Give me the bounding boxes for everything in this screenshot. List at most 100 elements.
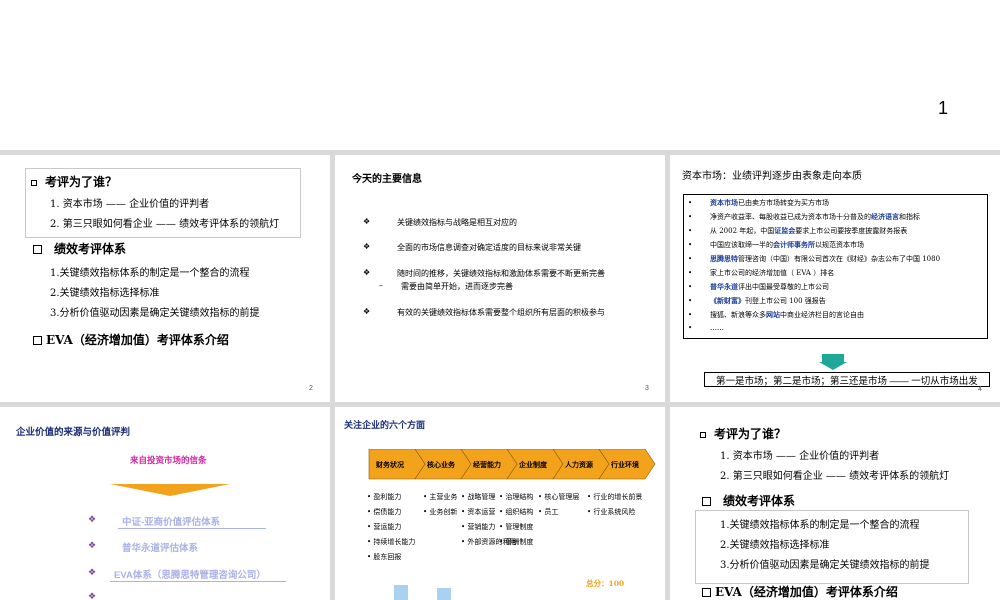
bullet-square-icon — [700, 431, 706, 438]
process-step-label: 经营能力 — [473, 460, 501, 469]
criteria-item: • 股东回报 — [367, 553, 402, 561]
list-item: 1. 资本市场 —— 企业价值的评判者 — [720, 451, 880, 462]
criteria-item: • 管理制度 — [499, 523, 534, 531]
criteria-item: • 行业系统风险 — [587, 508, 636, 516]
list-item: • 家上市公司的经济增加值（ EVA ）排名 — [688, 269, 835, 277]
bullet-square-icon — [33, 336, 42, 345]
bullet-dot-icon: • — [688, 255, 693, 263]
dash-icon: – — [379, 281, 383, 290]
underline — [118, 528, 266, 529]
list-item: • 净资产收益率、每股收益已成为资本市场十分普及的经济语言和指标 — [688, 212, 920, 221]
bullet-square-icon — [31, 179, 37, 186]
list-item: 2. 第三只眼如何看企业 —— 绩效考评体系的领航灯 — [720, 471, 950, 482]
bullet-text: 有效的关键绩效指标体系需要整个组织所有层面的积极参与 — [397, 308, 605, 317]
list-item: • 从 2002 年起，中国证监会要求上市公司要按季度披露财务报表 — [688, 226, 908, 235]
criteria-item: • 组织结构 — [499, 508, 534, 516]
criteria-item: • 治理结构 — [499, 493, 534, 501]
criteria-item: • 营销能力 — [461, 523, 496, 531]
diamond-icon: ❖ — [88, 515, 97, 525]
bullet-square-icon — [33, 245, 42, 254]
bullet-square-icon — [702, 497, 711, 506]
underline — [110, 581, 286, 582]
slide-title: 资本市场：业绩评判逐步由表象走向本质 — [682, 171, 862, 182]
slide-title: 今天的主要信息 — [352, 174, 422, 185]
process-step-label: 核心业务 — [427, 460, 456, 469]
subtitle: 来自投资市场的信条 — [130, 456, 207, 466]
criteria-item: • 营运能力 — [367, 523, 402, 531]
slide-1[interactable]: 1 — [0, 0, 1000, 150]
diamond-icon: ❖ — [363, 307, 371, 316]
diamond-icon: ❖ — [88, 568, 97, 578]
heading-who: 考评为了谁？ — [700, 425, 786, 442]
heading-who: 考评为了谁？ — [31, 173, 117, 190]
bullet-dot-icon: • — [688, 324, 693, 332]
heading-eva: EVA（经济增加值）考评体系介绍 — [33, 331, 229, 348]
criteria-item: • 薪酬制度 — [499, 538, 534, 546]
bullet-text: 随时间的推移，关键绩效指标和激励体系需要不断更新完善 — [397, 269, 605, 278]
bullet-text: 需要由简单开始，进而逐步完善 — [401, 282, 513, 291]
score-bar — [394, 585, 408, 600]
list-item: EVA体系（思腾思特管理咨询公司） — [114, 570, 266, 581]
bullet-dot-icon: • — [688, 213, 693, 221]
bullet-dot-icon: • — [688, 269, 693, 277]
slide-3[interactable]: 今天的主要信息 ❖ 关键绩效指标与战略是相互对应的 ❖ 全面的市场信息调查对确定… — [335, 155, 665, 402]
process-step-label: 行业环境 — [610, 460, 639, 469]
criteria-item: • 盈利能力 — [367, 493, 402, 501]
criteria-item: • 资本运营 — [461, 508, 496, 516]
bullet-dot-icon: • — [688, 199, 693, 207]
list-item: 1.关键绩效指标体系的制定是一个整合的流程 — [720, 520, 920, 531]
bullet-text: 全面的市场信息调查对确定适度的目标来说非常关键 — [397, 243, 581, 252]
page-number: 2 — [309, 385, 313, 392]
process-step-label: 人力资源 — [565, 460, 593, 469]
down-arrow-icon — [822, 354, 844, 362]
criteria-item: • 行业的增长前景 — [587, 493, 643, 501]
diamond-icon: ❖ — [363, 217, 371, 226]
page-number: 1 — [938, 98, 949, 118]
process-step-label: 企业制度 — [518, 460, 548, 469]
list-item: • 中国应该取缔一半的会计师事务所以规范资本市场 — [688, 240, 864, 249]
list-item: • 资本市场已由卖方市场转变为买方市场 — [688, 198, 829, 207]
process-step-label: 财务状况 — [375, 460, 404, 469]
slide-title: 企业价值的来源与价值评判 — [16, 427, 131, 438]
page-number: 3 — [645, 385, 649, 392]
list-item: • 搜狐、新浪等众多网站中商业经济栏目的言论自由 — [688, 310, 864, 319]
list-item: 1.关键绩效指标体系的制定是一个整合的流程 — [50, 268, 250, 279]
list-item: 3.分析价值驱动因素是确定关键绩效指标的前提 — [50, 308, 260, 319]
list-item: • 《新财富》刊登上市公司 100 强报告 — [688, 296, 826, 305]
diamond-icon: ❖ — [88, 541, 97, 551]
slide-title: 关注企业的六个方面 — [344, 421, 426, 431]
score-bar — [437, 588, 451, 600]
criteria-item: • 员工 — [538, 508, 559, 516]
list-item: •…… — [688, 324, 724, 332]
list-item: 2.关键绩效指标选择标准 — [720, 540, 830, 551]
criteria-item: • 业务创新 — [423, 508, 458, 516]
diamond-icon: ❖ — [88, 592, 97, 600]
diamond-icon: ❖ — [363, 268, 371, 277]
list-item: 2.关键绩效指标选择标准 — [50, 288, 160, 299]
criteria-item: • 持续增长能力 — [367, 538, 416, 546]
list-item: 普华永道评估体系 — [122, 543, 199, 554]
total-score: 总分：100 — [586, 579, 625, 588]
bullet-dot-icon: • — [688, 283, 693, 291]
slide-6[interactable]: 关注企业的六个方面 财务状况 核心业务 经营能力 企业制度 人力资源 行业环境 • 盈利能… — [335, 407, 665, 600]
down-arrow-icon-head — [819, 362, 847, 370]
criteria-item: • 主营业务 — [423, 493, 458, 501]
slide-4[interactable]: 资本市场：业绩评判逐步由表象走向本质 • 资本市场已由卖方市场转变为买方市场 • 净资… — [670, 155, 1000, 402]
heading-system: 绩效考评体系 — [33, 240, 126, 257]
slide-5[interactable]: 企业价值的来源与价值评判 来自投资市场的信条 ❖ 中证-亚商价值评估体系 ❖ 普… — [0, 407, 330, 600]
page-number: 4 — [978, 386, 982, 393]
list-item: • 思腾思特管理咨询（中国）有限公司首次在《财经》杂志公布了中国 1080 — [688, 254, 941, 263]
conclusion-text: 第一是市场；第二是市场；第三还是市场 —— 一切从市场出发 — [716, 376, 978, 387]
heading-system: 绩效考评体系 — [702, 492, 795, 509]
list-item: 中证-亚商价值评估体系 — [122, 517, 221, 528]
bullet-dot-icon: • — [688, 311, 693, 319]
list-item: 1. 资本市场 —— 企业价值的评判者 — [50, 199, 210, 210]
bullet-dot-icon: • — [688, 241, 693, 249]
list-item: • 普华永道评出中国最受尊敬的上市公司 — [688, 282, 829, 291]
slide-7[interactable]: 考评为了谁？ 1. 资本市场 —— 企业价值的评判者 2. 第三只眼如何看企业 … — [670, 407, 1000, 600]
bullet-dot-icon: • — [688, 227, 693, 235]
slide-2[interactable]: 考评为了谁？ 1. 资本市场 —— 企业价值的评判者 2. 第三只眼如何看企业 … — [0, 155, 330, 402]
heading-eva: EVA（经济增加值）考评体系介绍 — [702, 583, 898, 600]
list-item: 3.分析价值驱动因素是确定关键绩效指标的前提 — [720, 560, 930, 571]
diamond-icon: ❖ — [363, 242, 371, 251]
